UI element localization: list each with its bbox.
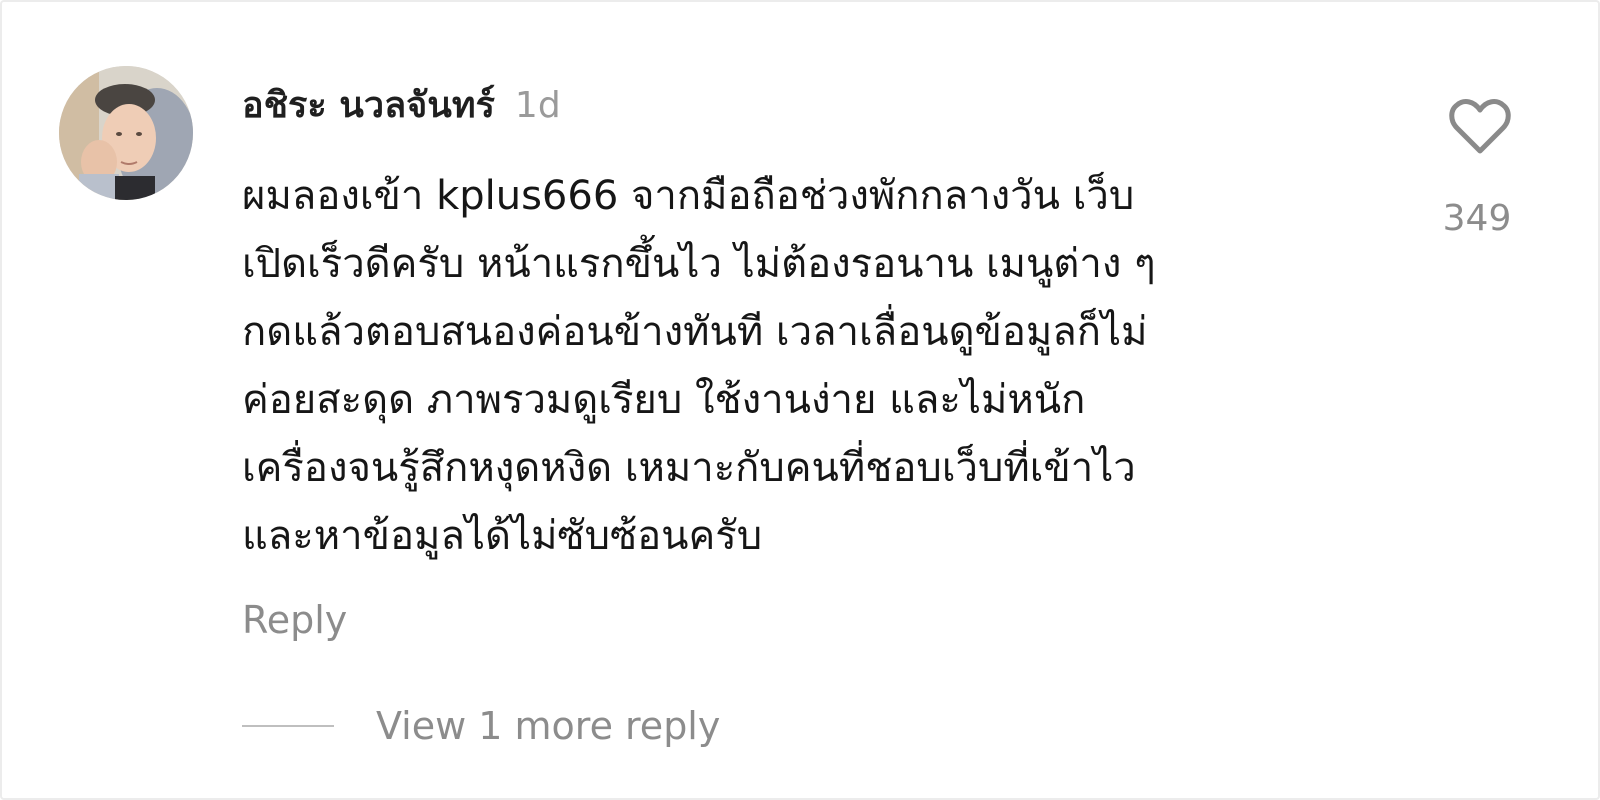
comment-card: อชิระ นวลจันทร์ 1d ผมลองเข้า kplus666 จา…: [0, 0, 1600, 800]
timestamp: 1d: [514, 85, 561, 126]
comment-meta: อชิระ นวลจันทร์ 1d: [242, 76, 561, 126]
avatar[interactable]: [59, 66, 193, 200]
reply-button[interactable]: Reply: [242, 598, 347, 642]
view-replies-row[interactable]: View 1 more reply: [242, 700, 720, 752]
username[interactable]: อชิระ นวลจันทร์: [242, 76, 495, 133]
view-more-replies-button[interactable]: View 1 more reply: [376, 704, 720, 748]
like-count: 349: [1442, 198, 1512, 239]
avatar-image: [59, 66, 193, 200]
comment-text-line: เครื่องจนรู้สึกหงุดหงิด เหมาะกับคนที่ชอบ…: [242, 445, 1136, 491]
like-button[interactable]: [1448, 98, 1512, 156]
heart-outline-icon: [1449, 99, 1511, 154]
comment-text-line: ผมลองเข้า kplus666 จากมือถือช่วงพักกลางว…: [242, 173, 1135, 219]
comment-text: ผมลองเข้า kplus666 จากมือถือช่วงพักกลางว…: [242, 162, 1382, 570]
comment-text-line: กดแล้วตอบสนองค่อนข้างทันที เวลาเลื่อนดูข…: [242, 309, 1148, 355]
comment-text-line: เปิดเร็วดีครับ หน้าแรกขึ้นไว ไม่ต้องรอนา…: [242, 241, 1156, 287]
comment-text-line: ค่อยสะดุด ภาพรวมดูเรียบ ใช้งานง่าย และไม…: [242, 377, 1086, 423]
comment-text-line: และหาข้อมูลได้ไม่ซับซ้อนครับ: [242, 513, 763, 559]
replies-divider: [242, 725, 334, 727]
